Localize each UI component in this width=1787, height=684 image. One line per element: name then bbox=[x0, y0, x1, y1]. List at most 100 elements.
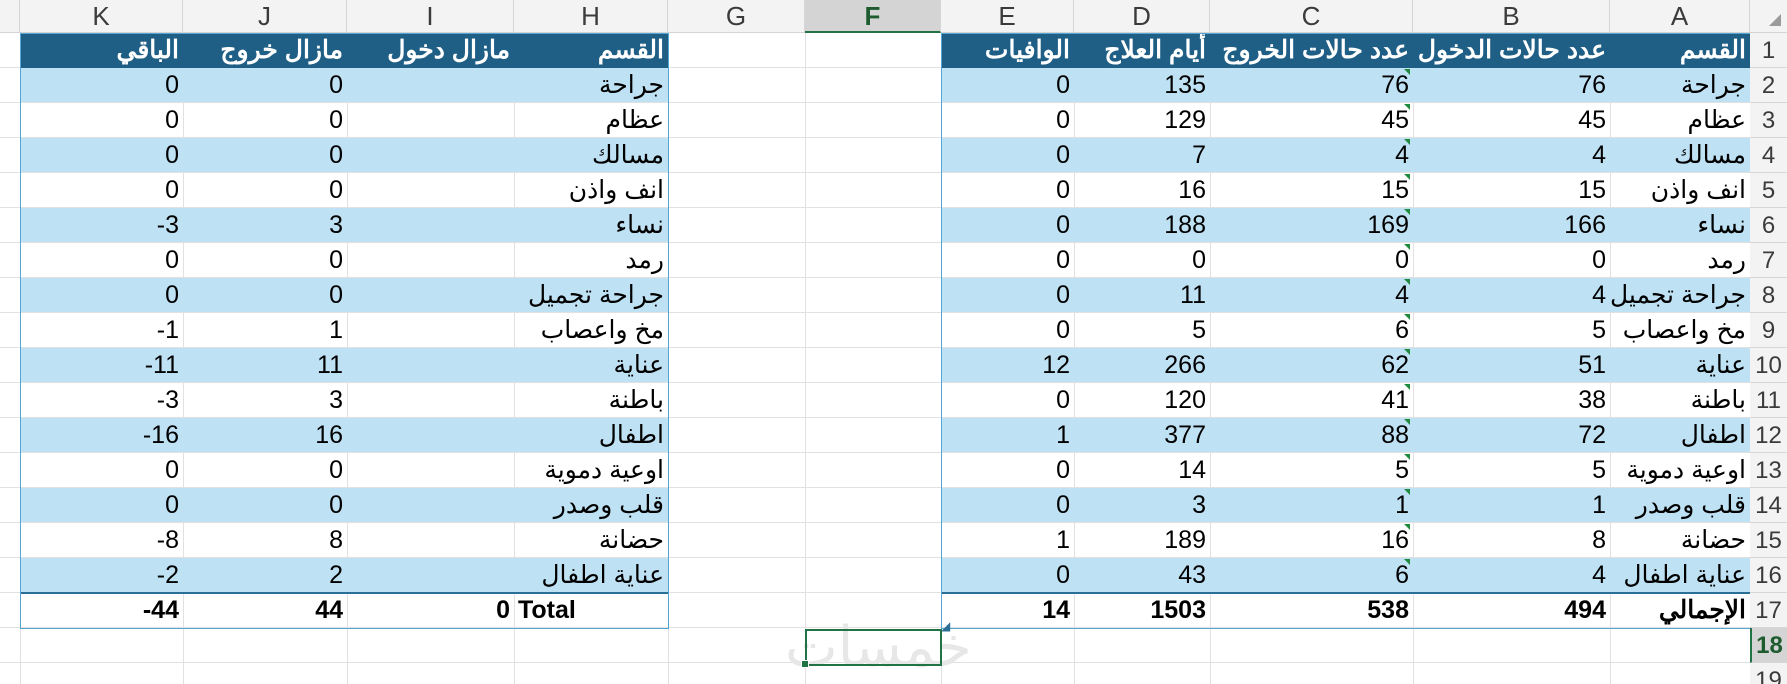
right-table-cell[interactable]: 16 bbox=[1074, 173, 1210, 208]
left-table-cell[interactable]: 1 bbox=[183, 313, 347, 348]
right-table-cell[interactable]: 15 bbox=[1413, 173, 1610, 208]
left-table-cell[interactable]: نساء bbox=[514, 208, 668, 243]
left-table-total-cell[interactable]: Total bbox=[514, 593, 668, 628]
row-header-6[interactable]: 6 bbox=[1750, 208, 1787, 243]
left-table-cell[interactable]: جراحة تجميل bbox=[514, 278, 668, 313]
left-table-cell[interactable] bbox=[347, 488, 514, 523]
right-table-cell[interactable]: 1 bbox=[1413, 488, 1610, 523]
left-table-cell[interactable]: 0 bbox=[20, 173, 183, 208]
left-table-header-cell[interactable]: الباقي bbox=[20, 33, 183, 68]
left-table-cell[interactable] bbox=[347, 68, 514, 103]
right-table-total-cell[interactable]: الإجمالي bbox=[1610, 593, 1750, 628]
left-table-cell[interactable] bbox=[347, 138, 514, 173]
right-table-cell[interactable]: 0 bbox=[941, 488, 1074, 523]
right-table-cell[interactable]: 166 bbox=[1413, 208, 1610, 243]
right-table-cell[interactable]: اطفال bbox=[1610, 418, 1750, 453]
right-table-cell[interactable]: 0 bbox=[941, 383, 1074, 418]
right-table-cell[interactable]: 0 bbox=[941, 278, 1074, 313]
right-table-cell[interactable]: 16 bbox=[1210, 523, 1413, 558]
column-header-a[interactable]: A bbox=[1610, 0, 1750, 33]
row-header-11[interactable]: 11 bbox=[1750, 383, 1787, 418]
left-table-cell[interactable] bbox=[347, 278, 514, 313]
right-table-cell[interactable]: 266 bbox=[1074, 348, 1210, 383]
right-table-cell[interactable]: 14 bbox=[1074, 453, 1210, 488]
left-table-cell[interactable]: -3 bbox=[20, 383, 183, 418]
right-table-cell[interactable]: عناية اطفال bbox=[1610, 558, 1750, 593]
left-table-total-cell[interactable]: 0 bbox=[347, 593, 514, 628]
fill-handle[interactable] bbox=[801, 660, 809, 668]
right-table-cell[interactable]: 135 bbox=[1074, 68, 1210, 103]
left-table-cell[interactable]: 16 bbox=[183, 418, 347, 453]
row-header-10[interactable]: 10 bbox=[1750, 348, 1787, 383]
row-header-8[interactable]: 8 bbox=[1750, 278, 1787, 313]
right-table-cell[interactable]: عناية bbox=[1610, 348, 1750, 383]
left-table-cell[interactable]: 0 bbox=[20, 453, 183, 488]
right-table-cell[interactable]: 72 bbox=[1413, 418, 1610, 453]
right-table-cell[interactable]: جراحة تجميل bbox=[1610, 278, 1750, 313]
row-header-7[interactable]: 7 bbox=[1750, 243, 1787, 278]
right-table-cell[interactable]: 6 bbox=[1210, 558, 1413, 593]
right-table-cell[interactable]: 120 bbox=[1074, 383, 1210, 418]
left-table-cell[interactable]: انف واذن bbox=[514, 173, 668, 208]
row-header-12[interactable]: 12 bbox=[1750, 418, 1787, 453]
active-cell-F18[interactable] bbox=[805, 629, 942, 666]
left-table-cell[interactable]: 8 bbox=[183, 523, 347, 558]
left-table-cell[interactable] bbox=[347, 103, 514, 138]
left-table-cell[interactable]: مسالك bbox=[514, 138, 668, 173]
right-table-cell[interactable]: 0 bbox=[1074, 243, 1210, 278]
right-table-cell[interactable]: عظام bbox=[1610, 103, 1750, 138]
left-table-cell[interactable]: اوعية دموية bbox=[514, 453, 668, 488]
row-header-16[interactable]: 16 bbox=[1750, 558, 1787, 593]
right-table-cell[interactable]: 0 bbox=[941, 68, 1074, 103]
left-table-cell[interactable]: 0 bbox=[20, 278, 183, 313]
right-table-cell[interactable]: 377 bbox=[1074, 418, 1210, 453]
left-table-header-cell[interactable]: مازال خروج bbox=[183, 33, 347, 68]
right-table-cell[interactable]: 62 bbox=[1210, 348, 1413, 383]
left-table-cell[interactable]: -16 bbox=[20, 418, 183, 453]
left-table-cell[interactable]: حضانة bbox=[514, 523, 668, 558]
left-table-cell[interactable]: -8 bbox=[20, 523, 183, 558]
left-table-cell[interactable]: 0 bbox=[183, 103, 347, 138]
left-table-cell[interactable]: 3 bbox=[183, 383, 347, 418]
left-table-cell[interactable]: 0 bbox=[183, 243, 347, 278]
column-header-e[interactable]: E bbox=[941, 0, 1074, 33]
right-table-total-cell[interactable]: 538 bbox=[1210, 593, 1413, 628]
right-table-cell[interactable]: 4 bbox=[1413, 558, 1610, 593]
right-table-cell[interactable]: 0 bbox=[941, 453, 1074, 488]
right-table-cell[interactable]: قلب وصدر bbox=[1610, 488, 1750, 523]
left-table-cell[interactable]: -1 bbox=[20, 313, 183, 348]
right-table-cell[interactable]: 129 bbox=[1074, 103, 1210, 138]
column-header-b[interactable]: B bbox=[1413, 0, 1610, 33]
right-table-cell[interactable]: مسالك bbox=[1610, 138, 1750, 173]
right-table-cell[interactable]: 4 bbox=[1210, 138, 1413, 173]
right-table-cell[interactable]: اوعية دموية bbox=[1610, 453, 1750, 488]
right-table-cell[interactable]: 1 bbox=[1210, 488, 1413, 523]
left-table-cell[interactable] bbox=[347, 383, 514, 418]
right-table-cell[interactable]: 4 bbox=[1413, 278, 1610, 313]
column-header-c[interactable]: C bbox=[1210, 0, 1413, 33]
left-table-cell[interactable]: 0 bbox=[20, 138, 183, 173]
right-table-cell[interactable]: 45 bbox=[1210, 103, 1413, 138]
left-table-cell[interactable]: رمد bbox=[514, 243, 668, 278]
right-table-header-cell[interactable]: عدد حالات الخروج bbox=[1210, 33, 1413, 68]
left-table-cell[interactable] bbox=[347, 453, 514, 488]
left-table-cell[interactable] bbox=[347, 208, 514, 243]
right-table-cell[interactable]: 188 bbox=[1074, 208, 1210, 243]
right-table-cell[interactable]: مخ واعصاب bbox=[1610, 313, 1750, 348]
left-table-cell[interactable]: -11 bbox=[20, 348, 183, 383]
left-table-cell[interactable]: 0 bbox=[183, 68, 347, 103]
left-table-cell[interactable]: 0 bbox=[20, 243, 183, 278]
right-table-cell[interactable]: 169 bbox=[1210, 208, 1413, 243]
row-header-5[interactable]: 5 bbox=[1750, 173, 1787, 208]
right-table-cell[interactable]: نساء bbox=[1610, 208, 1750, 243]
left-table-cell[interactable]: -3 bbox=[20, 208, 183, 243]
right-table-cell[interactable]: 1 bbox=[941, 523, 1074, 558]
left-table-total-cell[interactable]: -44 bbox=[20, 593, 183, 628]
right-table-cell[interactable]: 15 bbox=[1210, 173, 1413, 208]
column-header-k[interactable]: K bbox=[20, 0, 183, 33]
right-table-cell[interactable]: 0 bbox=[941, 558, 1074, 593]
left-table-cell[interactable]: مخ واعصاب bbox=[514, 313, 668, 348]
left-table-cell[interactable]: 11 bbox=[183, 348, 347, 383]
row-header-9[interactable]: 9 bbox=[1750, 313, 1787, 348]
left-table-cell[interactable]: جراحة bbox=[514, 68, 668, 103]
